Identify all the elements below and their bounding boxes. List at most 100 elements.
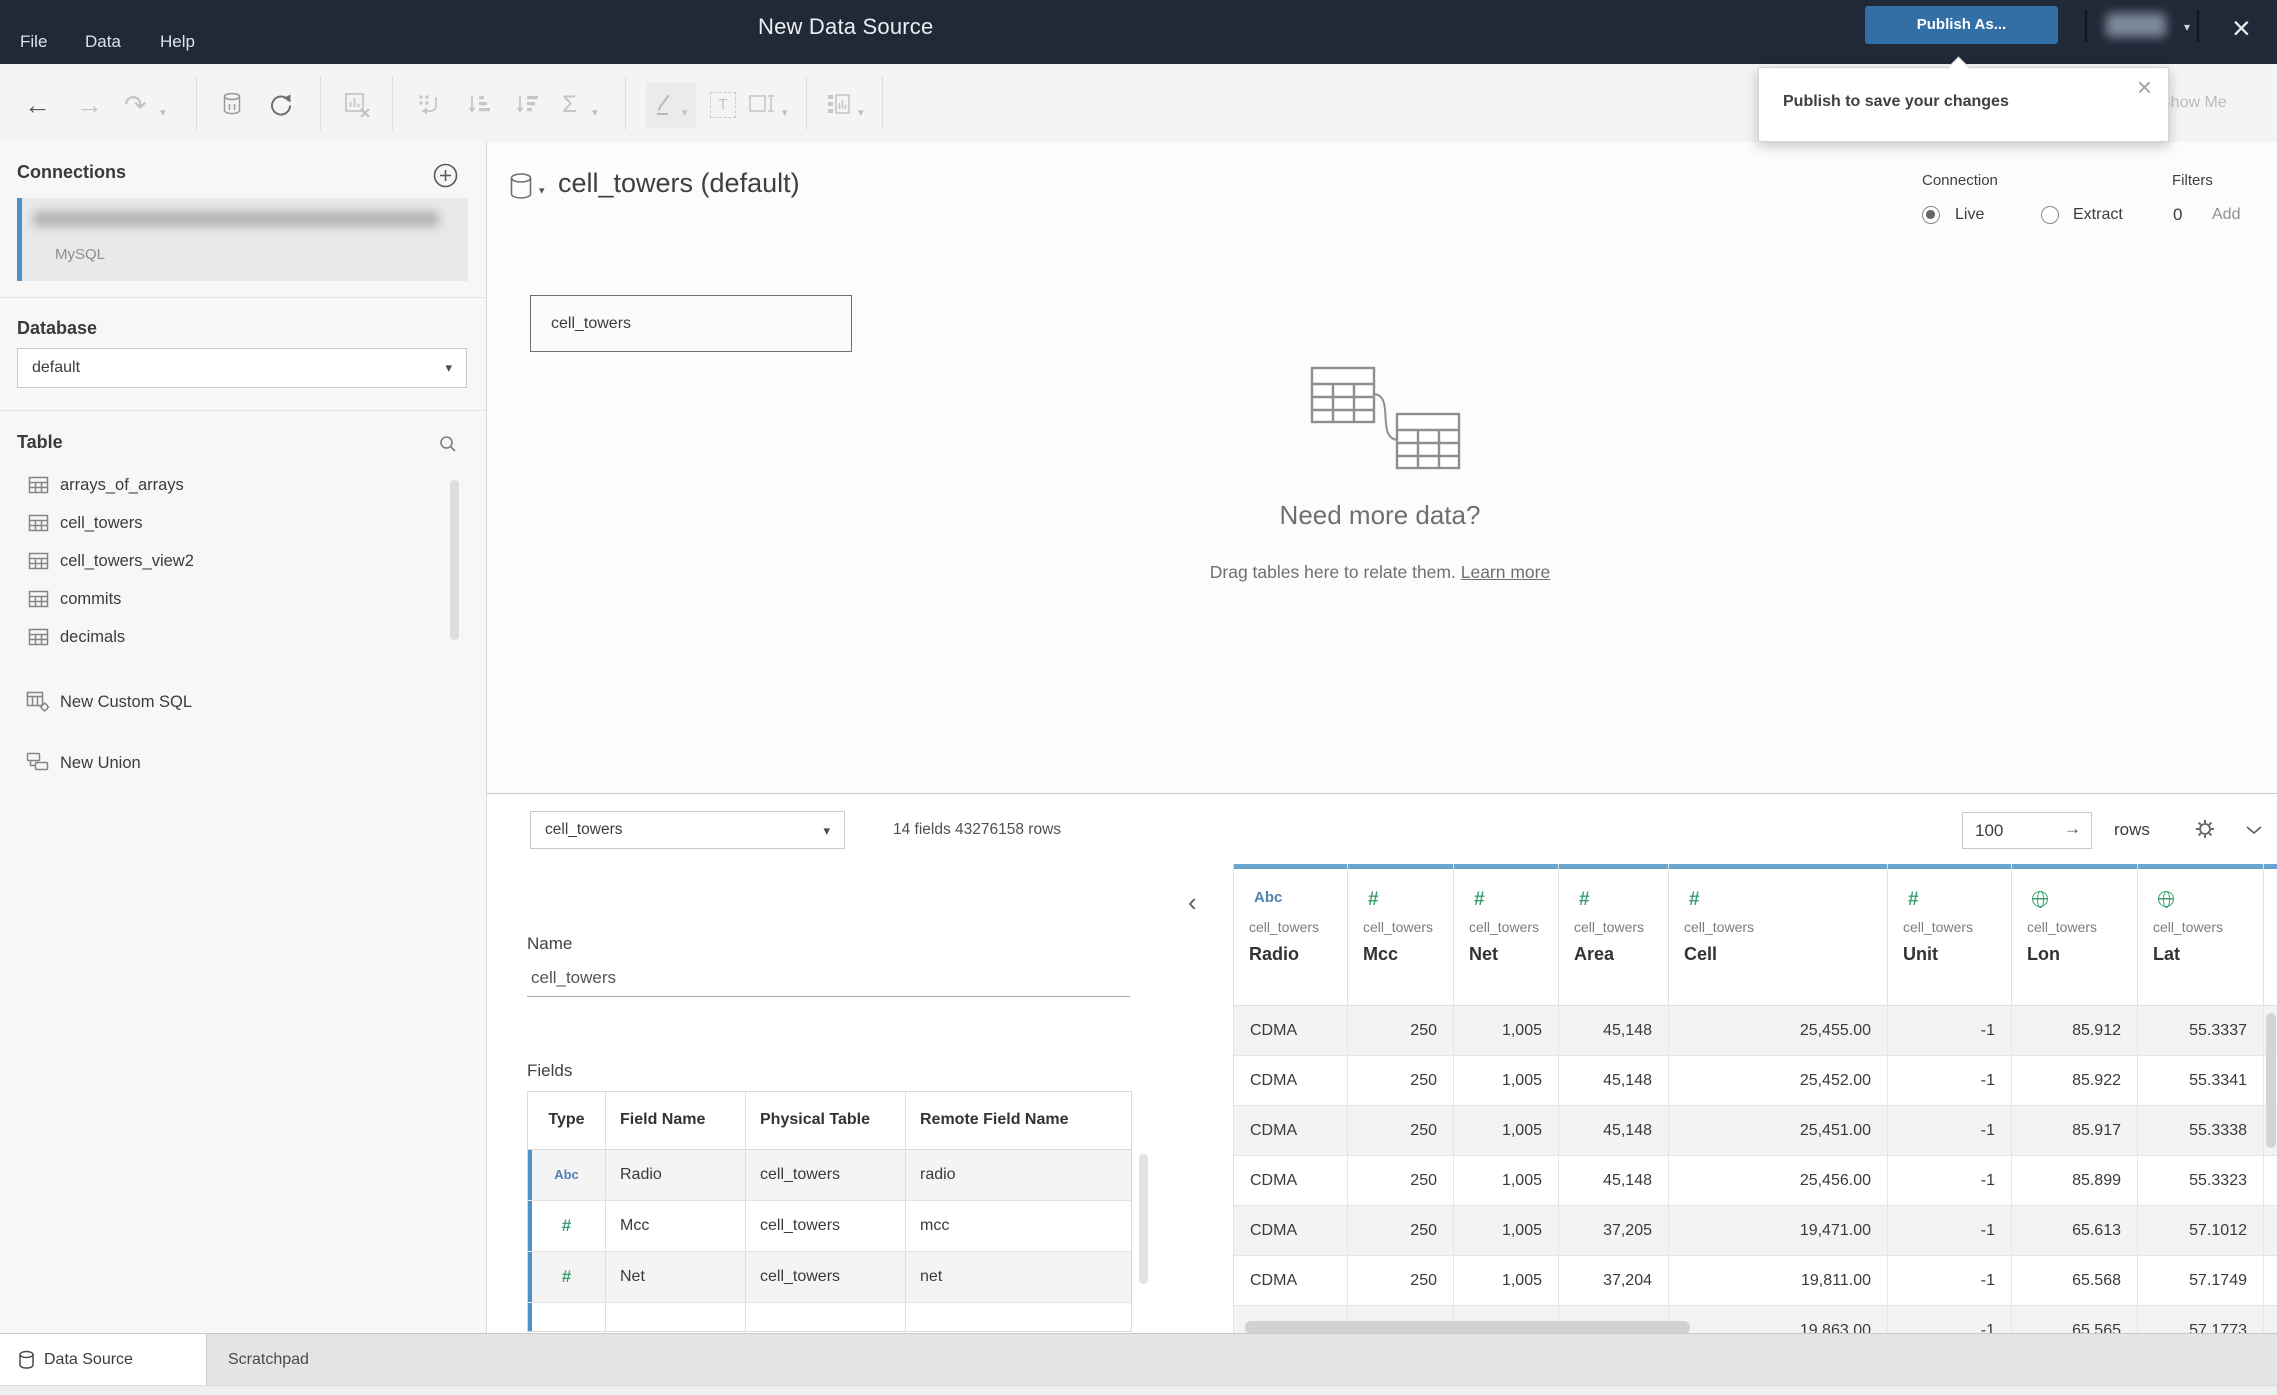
clear-sheet-icon[interactable] — [344, 92, 371, 119]
toolbar-separator — [320, 76, 321, 130]
close-window-icon[interactable]: × — [2232, 6, 2251, 50]
fit-width-icon[interactable] — [748, 92, 776, 116]
tab-scratchpad[interactable]: Scratchpad — [228, 1334, 309, 1385]
grid-column-header[interactable]: cell_towers Lat — [2138, 864, 2264, 1006]
fields-table-row[interactable]: Net cell_towers net — [528, 1252, 1131, 1303]
filters-count: 0 — [2173, 205, 2183, 224]
avatar-chevron-down-icon[interactable]: ▾ — [2184, 20, 2190, 34]
apply-rows-arrow-icon[interactable]: → — [2064, 819, 2081, 839]
need-more-data-heading: Need more data? — [1279, 500, 1481, 530]
menu-file[interactable]: File — [20, 30, 47, 54]
publish-as-button[interactable]: Publish As... — [1865, 6, 2058, 44]
table-list-item[interactable]: cell_towers_view2 — [0, 542, 487, 580]
field-name-cell: Net — [606, 1252, 746, 1301]
tooltip-close-icon[interactable]: × — [2137, 72, 2152, 103]
cell-lat: 57.1012 — [2138, 1206, 2264, 1256]
cell-cell: 25,452.00 — [1669, 1056, 1888, 1106]
cards-chevron-icon[interactable]: ▾ — [858, 106, 864, 119]
grid-row[interactable]: CDMA 250 1,005 37,205 19,471.00 -1 65.61… — [1234, 1206, 2277, 1256]
add-connection-icon[interactable] — [433, 163, 458, 188]
column-table-name: cell_towers — [2153, 919, 2224, 935]
cell-lon: 65.613 — [2012, 1206, 2138, 1256]
database-select[interactable]: default ▾ — [17, 348, 467, 388]
grid-row[interactable]: CDMA 250 1,005 45,148 25,452.00 -1 85.92… — [1234, 1056, 2277, 1106]
new-custom-sql-button[interactable]: New Custom SQL — [0, 682, 487, 722]
show-hide-cards-icon[interactable] — [826, 92, 852, 117]
totals-sigma-icon[interactable]: Σ — [562, 90, 577, 120]
grid-column-header[interactable]: cell_towers Net — [1454, 864, 1559, 1006]
learn-more-link[interactable]: Learn more — [1461, 562, 1551, 582]
preview-table-select[interactable]: cell_towers ▾ — [530, 811, 845, 849]
grid-column-header[interactable]: cell_towers Radio — [1234, 864, 1348, 1006]
grid-row[interactable]: CDMA 250 1,005 45,148 25,455.00 -1 85.91… — [1234, 1006, 2277, 1056]
sort-ascending-icon[interactable] — [466, 92, 492, 118]
table-name-input[interactable] — [527, 968, 1130, 997]
table-list-item[interactable]: commits — [0, 580, 487, 618]
live-radio-label[interactable]: Live — [1955, 206, 1984, 224]
table-list-item[interactable]: decimals — [0, 618, 487, 656]
undo-icon[interactable]: ← — [24, 90, 51, 120]
search-tables-icon[interactable] — [438, 434, 458, 454]
relationship-canvas: ▾ cell_towers (default) Connection Live … — [487, 142, 2277, 793]
fields-table-row[interactable]: Mcc cell_towers mcc — [528, 1201, 1131, 1252]
tab-data-source[interactable]: Data Source — [0, 1334, 207, 1385]
new-union-button[interactable]: New Union — [0, 743, 487, 783]
highlight-pen-icon[interactable] — [652, 92, 678, 118]
table-list-scrollbar[interactable] — [450, 480, 459, 640]
extract-radio[interactable] — [2041, 206, 2059, 224]
text-label-icon[interactable]: T — [710, 92, 736, 118]
grid-column-header[interactable] — [2264, 864, 2277, 1006]
preview-collapse-chevron-icon[interactable] — [2245, 825, 2263, 835]
live-radio[interactable] — [1922, 206, 1940, 224]
datasource-chevron-icon[interactable]: ▾ — [539, 184, 545, 197]
menu-data[interactable]: Data — [85, 30, 121, 54]
redo-icon[interactable]: → — [76, 90, 103, 120]
fields-table-scrollbar[interactable] — [1139, 1154, 1148, 1284]
cell-area: 37,204 — [1559, 1256, 1669, 1306]
fields-table-row[interactable]: Radio cell_towers radio — [528, 1150, 1131, 1201]
fields-table-header: Type Field Name Physical Table Remote Fi… — [528, 1092, 1131, 1150]
avatar[interactable] — [2106, 13, 2166, 37]
swap-rows-columns-icon[interactable] — [416, 92, 442, 118]
replay-chevron-icon[interactable]: ▾ — [160, 106, 166, 119]
grid-row[interactable]: CDMA 250 1,005 37,204 19,811.00 -1 65.56… — [1234, 1256, 2277, 1306]
fields-table-row[interactable] — [528, 1303, 1131, 1331]
title-bar: File Data Help New Data Source Publish A… — [0, 0, 2277, 64]
grid-row[interactable]: CDMA 250 1,005 45,148 25,451.00 -1 85.91… — [1234, 1106, 2277, 1156]
fields-col-remote-field-name: Remote Field Name — [920, 1111, 1069, 1128]
filters-add-link[interactable]: Add — [2212, 206, 2240, 224]
extract-radio-label[interactable]: Extract — [2073, 206, 2123, 224]
toolbar-separator — [196, 76, 197, 130]
sort-descending-icon[interactable] — [514, 92, 540, 118]
table-list-item[interactable]: cell_towers — [0, 504, 487, 542]
table-list-item[interactable]: arrays_of_arrays — [0, 466, 487, 504]
grid-column-header[interactable]: cell_towers Unit — [1888, 864, 2012, 1006]
replay-icon[interactable]: ↷ — [124, 90, 147, 120]
refresh-icon[interactable] — [268, 92, 296, 119]
datasource-database-icon[interactable] — [508, 172, 534, 202]
cell-towers-table-node[interactable]: cell_towers — [530, 295, 852, 352]
metadata-collapse-icon[interactable]: ‹ — [1188, 887, 1197, 918]
column-table-name: cell_towers — [1469, 919, 1540, 935]
grid-column-header[interactable]: cell_towers Mcc — [1348, 864, 1454, 1006]
highlight-chevron-icon[interactable]: ▾ — [682, 106, 688, 119]
totals-chevron-icon[interactable]: ▾ — [592, 106, 598, 119]
cell-lat: 55.3341 — [2138, 1056, 2264, 1106]
preview-settings-gear-icon[interactable] — [2193, 817, 2217, 841]
cell-cell: 25,455.00 — [1669, 1006, 1888, 1056]
datasource-pause-icon[interactable] — [222, 92, 242, 117]
cell-radio: CDMA — [1234, 1206, 1348, 1256]
show-me-button[interactable]: Show Me — [2160, 94, 2227, 112]
grid-column-header[interactable]: cell_towers Cell — [1669, 864, 1888, 1006]
connection-item[interactable]: MySQL — [17, 198, 468, 281]
grid-row[interactable]: CDMA 250 1,005 45,148 25,456.00 -1 85.89… — [1234, 1156, 2277, 1206]
grid-vertical-scrollbar[interactable] — [2266, 1013, 2276, 1148]
grid-column-header[interactable]: cell_towers Lon — [2012, 864, 2138, 1006]
fit-chevron-icon[interactable]: ▾ — [782, 106, 788, 119]
column-type-icon — [1368, 889, 1453, 911]
menu-help[interactable]: Help — [160, 30, 195, 54]
grid-column-header[interactable]: cell_towers Area — [1559, 864, 1669, 1006]
cell-lat: 55.3337 — [2138, 1006, 2264, 1056]
cell-mcc: 250 — [1348, 1256, 1454, 1306]
column-table-name: cell_towers — [1363, 919, 1434, 935]
